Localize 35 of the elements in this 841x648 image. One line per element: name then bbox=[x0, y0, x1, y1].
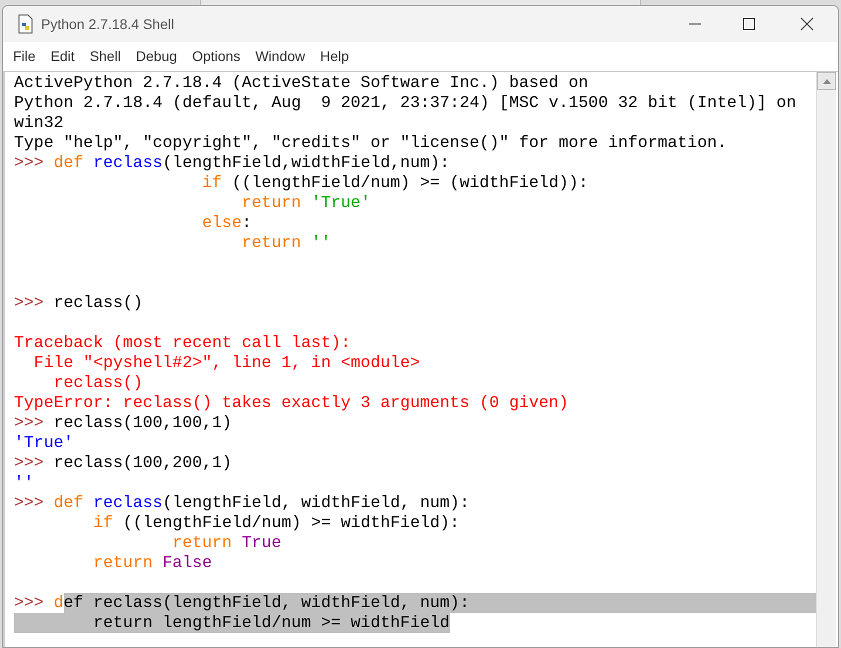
code-line: reclass() bbox=[52, 373, 144, 393]
menu-item[interactable]: File bbox=[13, 46, 36, 67]
code-line: >>> def reclass(lengthField,widthField,num): bbox=[14, 153, 451, 173]
code-line: >>> reclass() bbox=[14, 293, 144, 313]
menu-item[interactable]: Options bbox=[192, 46, 240, 67]
code-line: else: bbox=[201, 213, 253, 233]
scroll-up-button[interactable] bbox=[817, 72, 836, 90]
code-line: Traceback (most recent call last): bbox=[14, 333, 352, 353]
code-line: ActivePython 2.7.18.4 (ActiveState Software Inc.) based on bbox=[14, 73, 590, 93]
window-title: Python 2.7.18.4 Shell bbox=[41, 14, 174, 34]
code-line: return True bbox=[171, 533, 282, 553]
code-line: return 'True' bbox=[240, 193, 372, 213]
code-line: File "<pyshell#2>", line 1, in <module> bbox=[32, 353, 421, 373]
menu-item[interactable]: Debug bbox=[136, 46, 178, 67]
code-line: Python 2.7.18.4 (default, Aug 9 2021, 23:37:24) [MSC v.1500 32 bit (Intel)] on bbox=[14, 93, 798, 113]
code-line: return '' bbox=[240, 233, 332, 253]
code-line: return False bbox=[92, 553, 214, 573]
code-line: '' bbox=[14, 473, 35, 493]
code-line: Type "help", "copyright", "credits" or "license()" for more information. bbox=[14, 133, 728, 153]
up-arrow-icon bbox=[822, 78, 830, 84]
maximize-icon[interactable] bbox=[742, 17, 756, 31]
code-line: 'True' bbox=[14, 433, 74, 453]
code-line: >>> def reclass(lengthField, widthField, num): bbox=[14, 493, 470, 513]
code-line: if ((lengthField/num) >= widthField): bbox=[92, 513, 461, 533]
code-line: >>> reclass(100,200,1) bbox=[14, 453, 233, 473]
code-line: TypeError: reclass() takes exactly 3 arguments (0 given) bbox=[14, 393, 570, 413]
scrollbar[interactable] bbox=[816, 72, 836, 647]
menu-item[interactable]: Window bbox=[255, 46, 306, 67]
menu-item[interactable]: Help bbox=[320, 46, 349, 67]
menu-item[interactable]: Shell bbox=[90, 46, 121, 67]
menu-item[interactable]: Edit bbox=[50, 46, 75, 67]
code-line: win32 bbox=[14, 113, 65, 133]
close-icon[interactable] bbox=[800, 17, 814, 31]
code-line: >>> reclass(100,100,1) bbox=[14, 413, 233, 433]
code-line: if ((lengthField/num) >= (widthField)): bbox=[201, 173, 590, 193]
